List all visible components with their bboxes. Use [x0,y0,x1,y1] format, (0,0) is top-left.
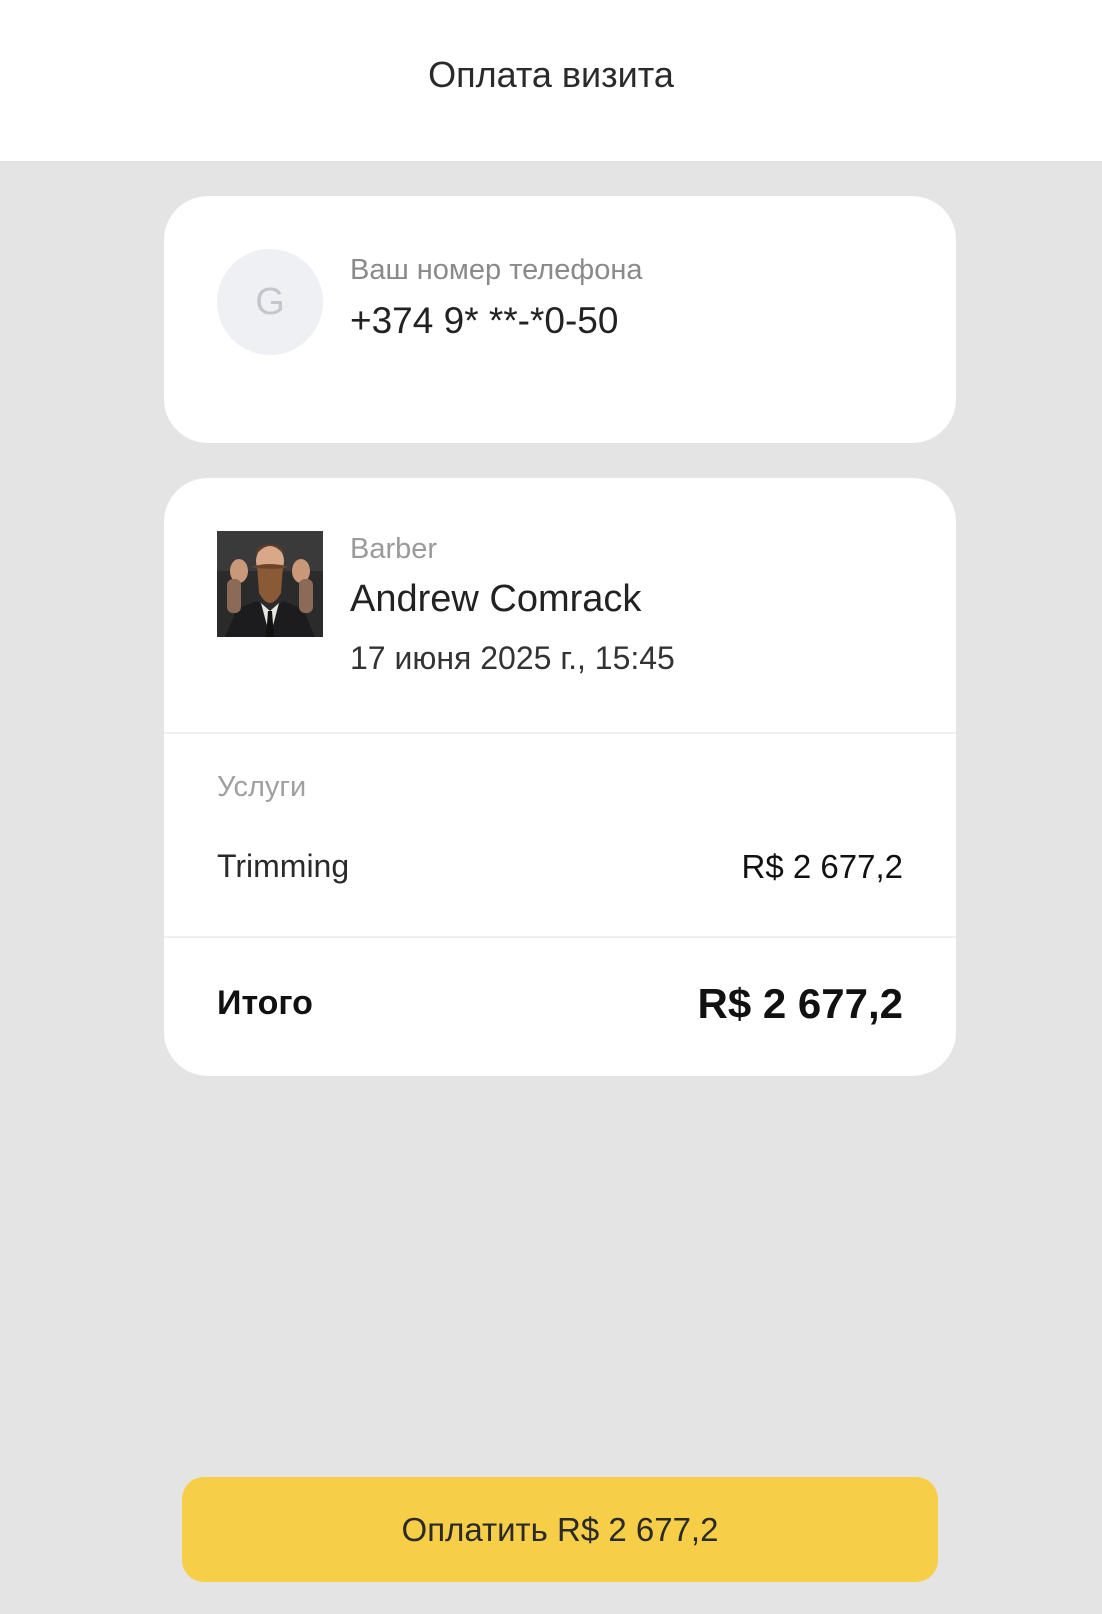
service-name: Trimming [217,848,350,884]
phone-card: G Ваш номер телефона +374 9* **-*0-50 [164,196,956,443]
service-price: R$ 2 677,2 [741,848,903,885]
phone-label: Ваш номер телефона [350,254,643,286]
user-avatar: G [217,249,323,355]
total-value: R$ 2 677,2 [697,980,904,1027]
page-title: Оплата визита [428,53,674,95]
divider [164,732,956,734]
barber-role: Barber [350,533,438,565]
divider [164,936,956,938]
services-label: Услуги [217,771,307,803]
barber-photo-image [217,531,323,637]
barber-avatar [217,531,323,637]
visit-datetime: 17 июня 2025 г., 15:45 [350,640,675,676]
total-label: Итого [217,984,313,1022]
page-header: Оплата визита [0,0,1102,161]
pay-button[interactable]: Оплатить R$ 2 677,2 [182,1477,938,1582]
phone-number: +374 9* **-*0-50 [350,300,619,341]
barber-name: Andrew Comrack [350,578,642,620]
visit-card: Barber Andrew Comrack 17 июня 2025 г., 1… [164,478,956,1076]
